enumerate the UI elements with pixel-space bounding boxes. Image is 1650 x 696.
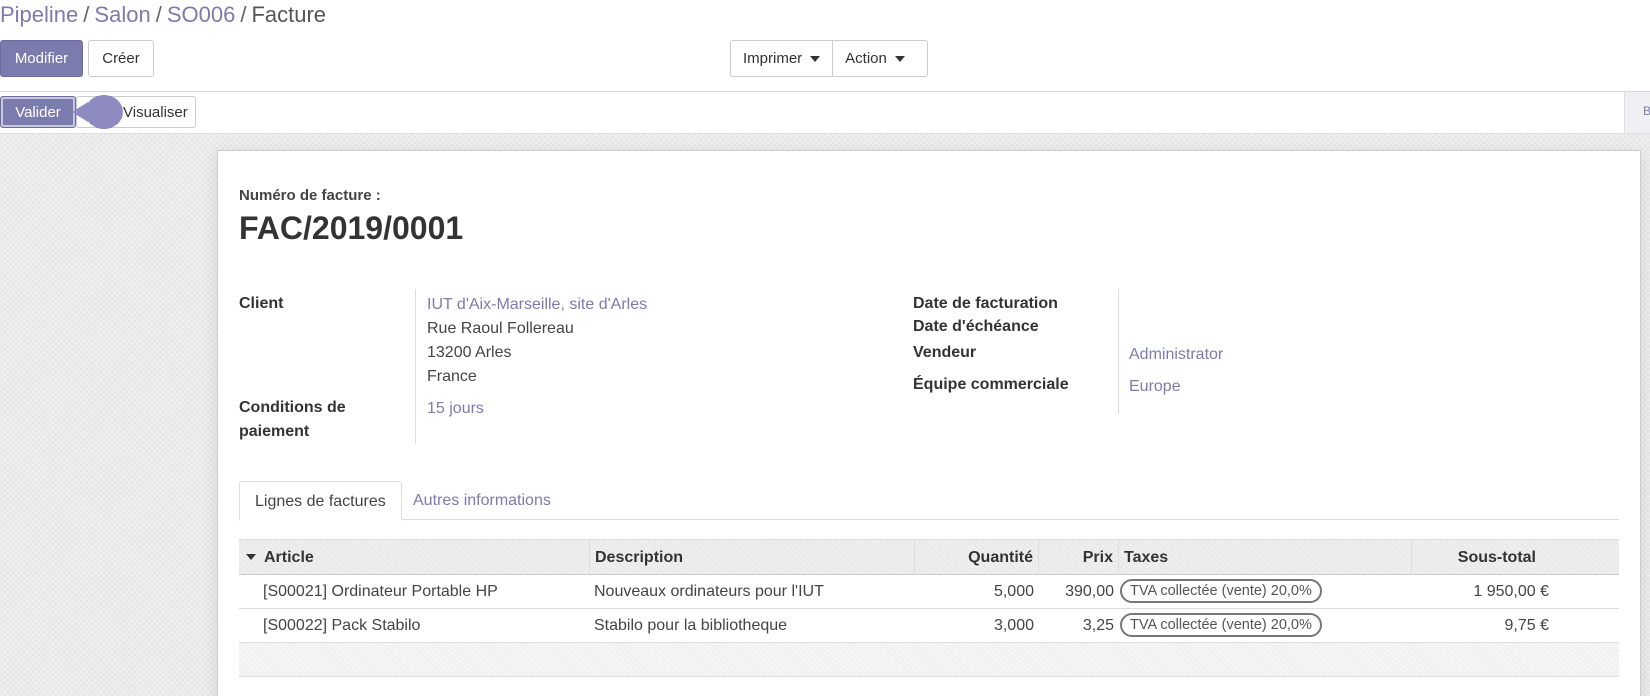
create-button[interactable]: Créer <box>88 40 154 77</box>
breadcrumb-separator: / <box>240 2 247 27</box>
cell-description: Stabilo pour la bibliotheque <box>594 617 788 634</box>
payment-terms-label-line: Conditions de <box>239 399 346 416</box>
invoice-number-label: Numéro de facture : <box>239 187 381 204</box>
client-name-link[interactable]: IUT d'Aix-Marseille, site d'Arles <box>427 293 647 317</box>
tab-other-info[interactable]: Autres informations <box>398 481 566 521</box>
payment-terms-label-line: paiement <box>239 423 310 440</box>
column-header-taxes[interactable]: Taxes <box>1118 540 1411 575</box>
tour-tip-bubble[interactable] <box>85 95 123 129</box>
form-view-background: Numéro de facture : FAC/2019/0001 Client… <box>0 134 1650 696</box>
side-panel-toggle-label: B <box>1643 104 1650 118</box>
invoice-number: FAC/2019/0001 <box>239 210 464 246</box>
side-panel-toggle[interactable]: B <box>1624 92 1650 133</box>
actions-button-group: Imprimer Action <box>730 40 928 77</box>
notebook-tabs: Lignes de factures Autres informations <box>239 481 1619 521</box>
cell-price: 3,25 <box>1082 617 1114 634</box>
cell-article: [S00021] Ordinateur Portable HP <box>263 583 498 600</box>
sales-team-value[interactable]: Europe <box>1129 375 1181 399</box>
salesperson-value[interactable]: Administrator <box>1129 343 1223 367</box>
client-address-block: IUT d'Aix-Marseille, site d'Arles Rue Ra… <box>427 293 647 389</box>
column-header-subtotal[interactable]: Sous-total <box>1411 540 1541 575</box>
salesperson-label: Vendeur <box>913 344 977 361</box>
client-label: Client <box>239 295 284 312</box>
cell-description: Nouveaux ordinateurs pour l'IUT <box>594 583 824 600</box>
cell-quantity: 5,000 <box>993 583 1034 600</box>
action-dropdown[interactable]: Action <box>832 41 917 76</box>
print-dropdown[interactable]: Imprimer <box>731 41 832 76</box>
breadcrumb-separator: / <box>155 2 162 27</box>
cell-taxes: TVA collectée (vente) 20,0% <box>1120 575 1410 608</box>
cell-taxes: TVA collectée (vente) 20,0% <box>1120 609 1410 642</box>
caret-down-icon <box>810 55 821 62</box>
control-panel: Pipeline / Salon / SO006/Facture Modifier Cr… <box>0 0 1650 92</box>
sales-team-label: Équipe commerciale <box>913 376 1069 393</box>
column-header-quantity[interactable]: Quantité <box>914 540 1038 575</box>
tax-tag: TVA collectée (vente) 20,0% <box>1120 612 1322 637</box>
print-dropdown-label: Imprimer <box>743 50 803 67</box>
cell-subtotal: 9,75 € <box>1504 617 1549 634</box>
column-header-price[interactable]: Prix <box>1038 540 1118 575</box>
column-header-article[interactable]: Article <box>259 540 589 575</box>
due-date-label: Date d'échéance <box>913 318 1039 335</box>
breadcrumb-separator: / <box>83 2 90 27</box>
field-separator <box>1118 289 1119 414</box>
client-address-line: France <box>427 368 477 385</box>
breadcrumb-current: Facture <box>251 2 327 27</box>
client-address-line: 13200 Arles <box>427 344 512 361</box>
validate-button[interactable]: Valider <box>0 96 76 128</box>
client-address-line: Rue Raoul Follereau <box>427 320 574 337</box>
breadcrumb-so006[interactable]: SO006 <box>167 2 236 27</box>
cell-subtotal: 1 950,00 € <box>1473 583 1549 600</box>
cell-article: [S00022] Pack Stabilo <box>263 617 421 634</box>
table-empty-row <box>239 643 1619 677</box>
breadcrumb-pipeline[interactable]: Pipeline <box>0 2 78 27</box>
action-dropdown-label: Action <box>845 50 887 67</box>
cell-price: 390,00 <box>1065 583 1114 600</box>
sort-caret-icon[interactable] <box>246 554 256 560</box>
cell-quantity: 3,000 <box>993 617 1034 634</box>
table-header: Article Description Quantité Prix Taxes … <box>239 539 1619 575</box>
invoice-sheet: Numéro de facture : FAC/2019/0001 Client… <box>217 150 1641 696</box>
payment-terms-value[interactable]: 15 jours <box>427 397 484 421</box>
invoice-lines-table: Article Description Quantité Prix Taxes … <box>239 539 1619 677</box>
column-header-description[interactable]: Description <box>589 540 914 575</box>
invoice-date-label: Date de facturation <box>913 295 1058 312</box>
statusbar: Visualiser Valider B <box>0 92 1650 134</box>
breadcrumb-salon[interactable]: Salon <box>94 2 150 27</box>
table-row[interactable]: [S00022] Pack Stabilo Stabilo pour la bi… <box>239 609 1619 643</box>
table-row[interactable]: [S00021] Ordinateur Portable HP Nouveaux… <box>239 575 1619 609</box>
edit-button[interactable]: Modifier <box>0 40 83 77</box>
payment-terms-label: Conditions de paiement <box>239 396 346 444</box>
breadcrumb: Pipeline / Salon / SO006/Facture <box>0 2 326 28</box>
tab-invoice-lines[interactable]: Lignes de factures <box>239 481 402 521</box>
caret-down-icon <box>894 55 905 62</box>
field-separator <box>415 289 416 444</box>
tax-tag: TVA collectée (vente) 20,0% <box>1120 578 1322 603</box>
